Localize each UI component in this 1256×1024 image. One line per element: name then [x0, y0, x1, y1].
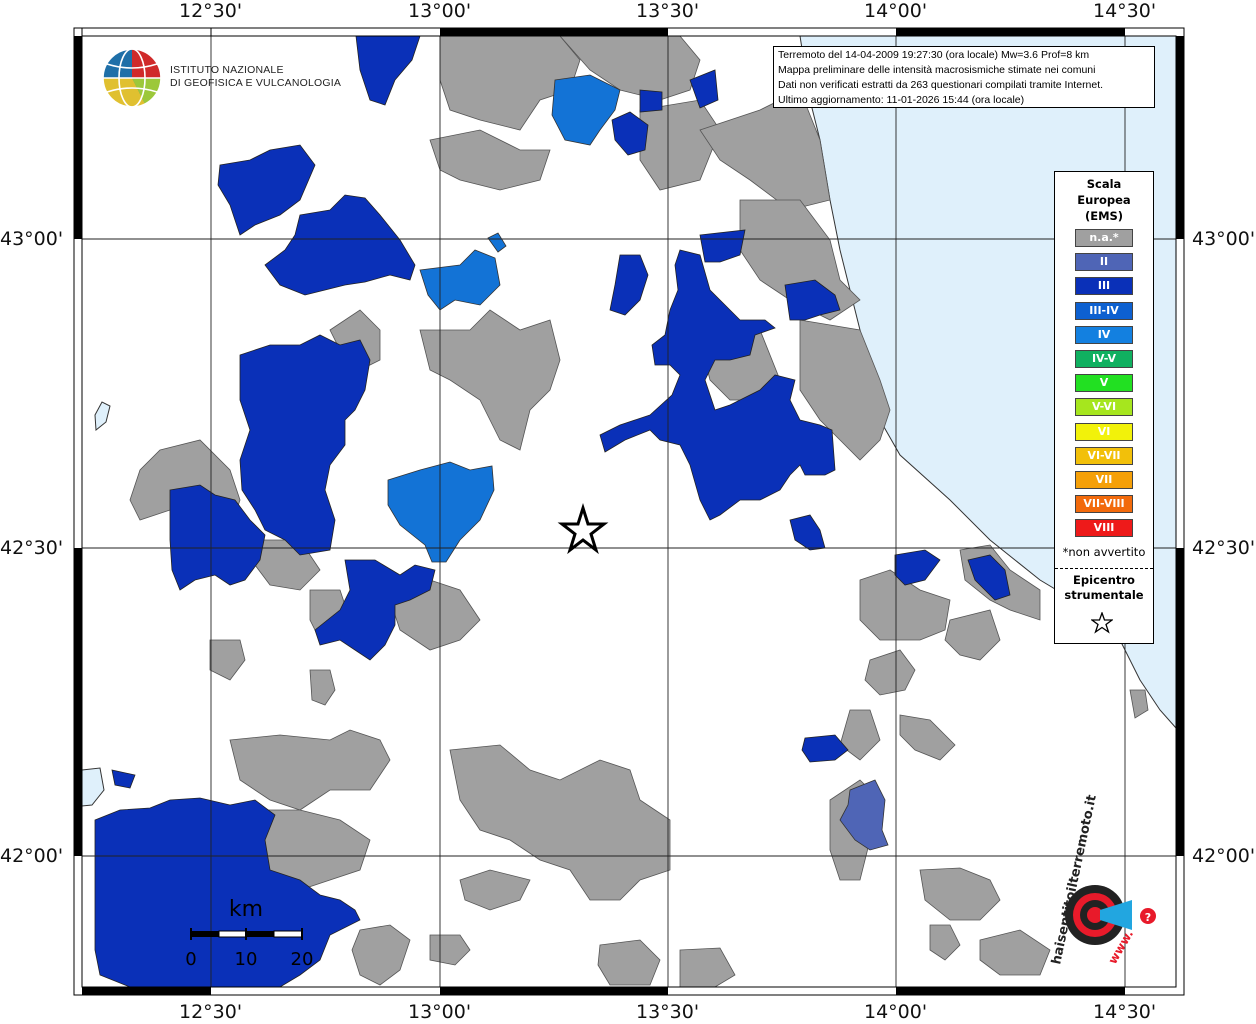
event-info-line4: Ultimo aggiornamento: 11-01-2026 15:44 (…: [778, 94, 1025, 106]
legend-item-iii: III: [1075, 277, 1133, 296]
legend-item-ii: II: [1075, 253, 1133, 272]
event-info-line3: Dati non verificati estratti da 263 ques…: [778, 79, 1104, 91]
lon-label-bottom-5: 14°30': [1093, 1001, 1157, 1023]
legend-star-icon: [1091, 612, 1113, 634]
lon-label-bottom-1: 12°30': [179, 1001, 243, 1023]
legend-epicenter-line2: strumentale: [1064, 588, 1144, 602]
lat-label-right-1: 43°00': [1192, 228, 1256, 250]
lon-label-top-2: 13°00': [408, 0, 472, 22]
svg-text:?: ?: [1145, 911, 1151, 924]
legend-item-n-a: n.a.*: [1075, 229, 1133, 247]
legend-item-iv: IV: [1075, 325, 1133, 344]
event-info-line2: Mappa preliminare delle intensità macros…: [778, 64, 1096, 76]
legend-item-viii: VIII: [1075, 519, 1133, 538]
legend-item-vi-vii: VI-VII: [1075, 446, 1133, 465]
legend-item-iii-iv: III-IV: [1075, 301, 1133, 320]
event-info-line1: Terremoto del 14-04-2009 19:27:30 (ora l…: [778, 49, 1090, 61]
lon-label-top-4: 14°00': [864, 0, 928, 22]
ingv-logo-line2: DI GEOFISICA E VULCANOLOGIA: [170, 77, 342, 89]
lat-label-left-2: 42°30': [0, 537, 64, 559]
lat-label-left-1: 43°00': [0, 228, 64, 250]
legend-item-v: V: [1075, 374, 1133, 393]
scale-tick-0: 0: [185, 949, 196, 970]
ingv-logo-line1: ISTITUTO NAZIONALE: [170, 64, 284, 76]
lon-label-top-5: 14°30': [1093, 0, 1157, 22]
legend-epicenter-line1: Epicentro: [1073, 573, 1135, 587]
scale-unit-label: km: [229, 897, 263, 922]
legend-item-vii-viii: VII-VIII: [1075, 495, 1133, 514]
scale-tick-10: 10: [235, 949, 258, 970]
lon-label-bottom-4: 14°00': [864, 1001, 928, 1023]
legend-item-iv-v: IV-V: [1075, 350, 1133, 368]
lon-label-top-1: 12°30': [179, 0, 243, 22]
legend-note: *non avvertito: [1062, 545, 1146, 559]
lon-label-bottom-3: 13°30': [636, 1001, 700, 1023]
legend-title: Scala Europea (EMS): [1055, 176, 1153, 224]
scale-tick-20: 20: [291, 949, 314, 970]
lat-label-right-2: 42°30': [1192, 537, 1256, 559]
ems-legend: Scala Europea (EMS) n.a.* II III III-IV IV IV…: [1054, 171, 1154, 644]
legend-title-line1: Scala: [1086, 177, 1122, 191]
legend-divider: [1055, 568, 1153, 569]
event-info-box: Terremoto del 14-04-2009 19:27:30 (ora l…: [773, 46, 1155, 108]
legend-item-v-vi: V-VI: [1075, 398, 1133, 417]
legend-item-vii: VII: [1075, 471, 1133, 489]
ingv-logo-icon: [102, 48, 162, 108]
legend-item-vi: VI: [1075, 422, 1133, 441]
lat-label-right-3: 42°00': [1192, 845, 1256, 867]
legend-title-line2: Europea: [1077, 193, 1131, 207]
legend-title-line3: (EMS): [1084, 209, 1124, 223]
lon-label-top-3: 13°30': [636, 0, 700, 22]
ingv-logo-text: ISTITUTO NAZIONALE DI GEOFISICA E VULCAN…: [170, 64, 341, 90]
lat-label-left-3: 42°00': [0, 845, 64, 867]
lon-label-bottom-2: 13°00': [408, 1001, 472, 1023]
